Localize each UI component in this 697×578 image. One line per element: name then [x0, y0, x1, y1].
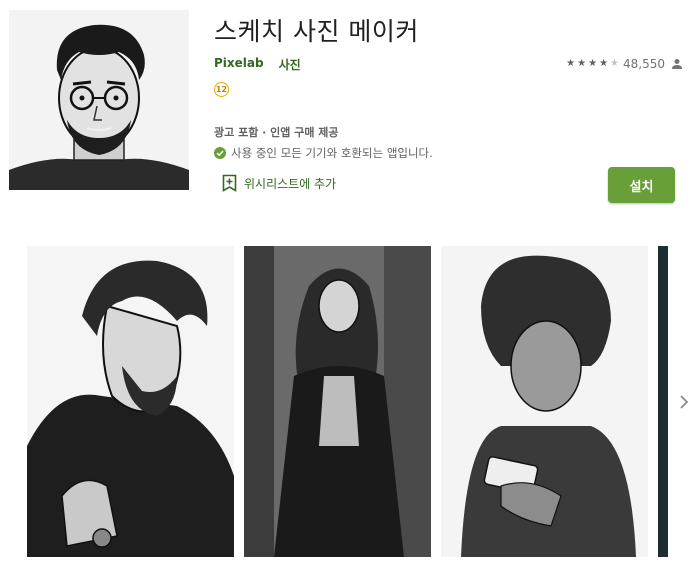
wishlist-button[interactable]: 위시리스트에 추가 — [222, 174, 336, 192]
app-icon-illustration — [9, 10, 189, 190]
star-icon: ★ — [599, 58, 609, 69]
screenshot-1[interactable] — [27, 246, 234, 557]
chevron-right-icon[interactable] — [676, 390, 692, 414]
screenshot-1-image — [27, 246, 234, 557]
rating-count: 48,550 — [623, 57, 665, 71]
star-icon: ★ — [588, 58, 598, 69]
app-icon — [9, 10, 189, 190]
screenshot-3[interactable] — [441, 246, 648, 557]
screenshot-2-image — [244, 246, 431, 557]
person-icon — [672, 59, 682, 69]
screenshot-4[interactable] — [658, 246, 668, 557]
screenshot-3-image — [441, 246, 648, 557]
app-title: 스케치 사진 메이커 — [214, 17, 419, 46]
category-link[interactable]: 사진 — [279, 56, 301, 73]
rating-row: ★ ★ ★ ★ ★ 48,550 — [566, 57, 683, 71]
offer-text: 광고 포함 · 인앱 구매 제공 — [214, 126, 339, 139]
check-circle-icon — [214, 147, 226, 159]
rating-stars: ★ ★ ★ ★ ★ — [566, 59, 619, 69]
install-button[interactable]: 설치 — [608, 167, 675, 203]
wishlist-label: 위시리스트에 추가 — [244, 176, 337, 191]
age-rating-badge: 12 — [214, 82, 229, 97]
developer-row: Pixelab 사진 — [214, 56, 301, 73]
compatibility-text: 사용 중인 모든 기기와 호환되는 앱입니다. — [231, 146, 433, 160]
star-icon: ★ — [577, 58, 587, 69]
screenshot-2[interactable] — [244, 246, 431, 557]
bookmark-plus-icon — [222, 174, 237, 192]
star-empty-icon: ★ — [610, 58, 619, 69]
star-icon: ★ — [566, 58, 576, 69]
compatibility-row: 사용 중인 모든 기기와 호환되는 앱입니다. — [214, 145, 433, 161]
developer-link[interactable]: Pixelab — [214, 56, 264, 73]
